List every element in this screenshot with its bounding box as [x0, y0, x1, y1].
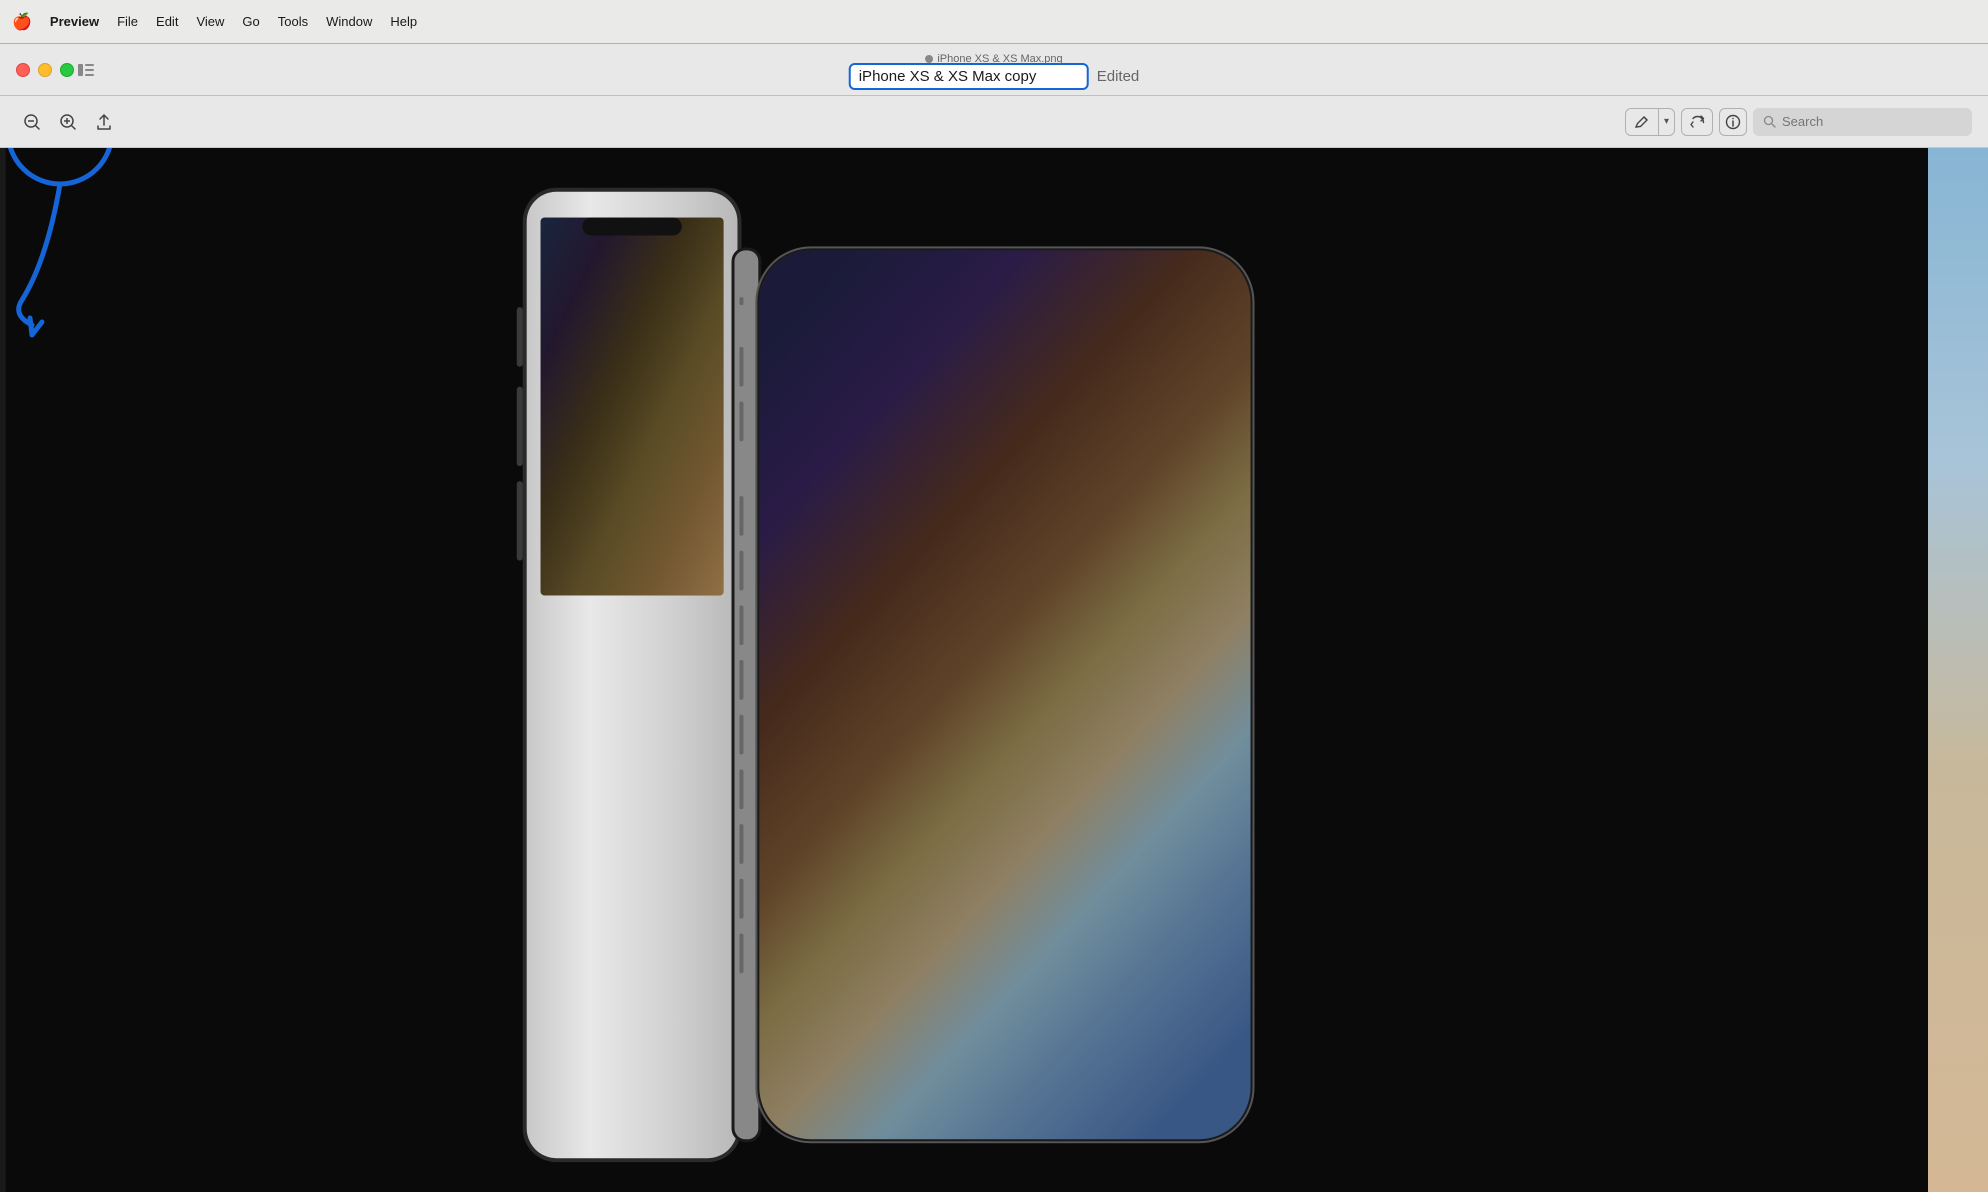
desktop-strip — [1928, 148, 1988, 1192]
edit-menu[interactable]: Edit — [156, 14, 178, 29]
preview-menu[interactable]: Preview — [50, 14, 99, 29]
apple-menu[interactable]: 🍎 — [12, 12, 32, 32]
file-tab-label: iPhone XS & XS Max.png — [937, 53, 1062, 65]
minimize-button[interactable] — [38, 63, 52, 77]
content-area — [0, 148, 1988, 1192]
markup-chevron[interactable]: ▾ — [1659, 109, 1674, 135]
toolbar: ▾ — [0, 96, 1988, 148]
preview-window: iPhone XS & XS Max.png Edited — [0, 44, 1988, 1192]
image-canvas — [0, 148, 1988, 1192]
title-input-area: Edited — [849, 63, 1140, 90]
iphone-image — [0, 148, 1988, 1192]
zoom-in-button[interactable] — [52, 106, 84, 138]
view-menu[interactable]: View — [196, 14, 224, 29]
info-button[interactable] — [1719, 108, 1747, 136]
titlebar-center: iPhone XS & XS Max.png Edited — [849, 49, 1140, 90]
help-menu[interactable]: Help — [390, 14, 417, 29]
rotate-button[interactable] — [1681, 108, 1713, 136]
toolbar-right: ▾ — [1625, 108, 1972, 136]
zoom-out-button[interactable] — [16, 106, 48, 138]
window-menu[interactable]: Window — [326, 14, 372, 29]
tools-menu[interactable]: Tools — [278, 14, 308, 29]
markup-main — [1626, 109, 1659, 135]
markup-button[interactable]: ▾ — [1625, 108, 1675, 136]
file-menu[interactable]: File — [117, 14, 138, 29]
titlebar: iPhone XS & XS Max.png Edited — [0, 44, 1988, 96]
search-input[interactable] — [1782, 114, 1962, 129]
sidebar-toggle-button[interactable] — [72, 56, 100, 84]
edited-label: Edited — [1097, 68, 1140, 85]
menubar: 🍎 Preview File Edit View Go Tools Window… — [0, 0, 1988, 44]
file-tab-dot — [925, 55, 933, 63]
search-field[interactable] — [1753, 108, 1972, 136]
traffic-lights — [16, 63, 74, 77]
go-menu[interactable]: Go — [242, 14, 259, 29]
close-button[interactable] — [16, 63, 30, 77]
share-button[interactable] — [88, 106, 120, 138]
file-tab[interactable]: iPhone XS & XS Max.png — [925, 53, 1062, 65]
title-input[interactable] — [849, 63, 1089, 90]
search-icon — [1763, 115, 1776, 128]
